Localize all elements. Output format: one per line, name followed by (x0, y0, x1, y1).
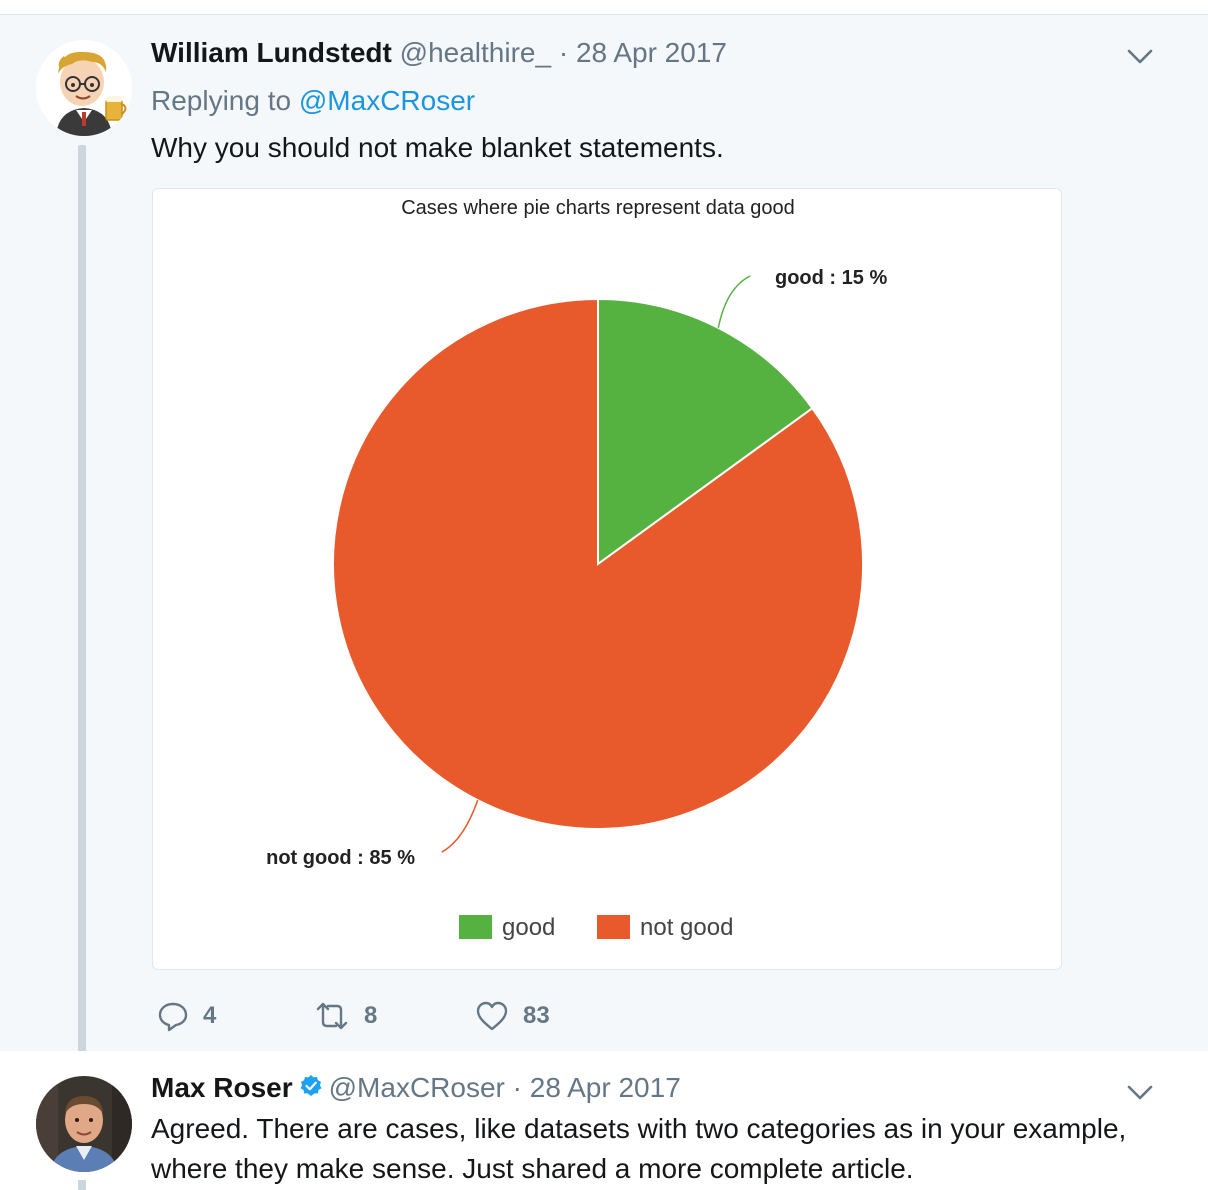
legend-swatch-good (459, 915, 492, 939)
reply-action[interactable]: 4 (157, 996, 216, 1036)
tweet-header: William Lundstedt @healthire_ · 28 Apr 2… (151, 35, 727, 71)
heart-icon[interactable] (475, 1000, 509, 1032)
legend-label-not-good: not good (640, 914, 733, 941)
like-action[interactable]: 83 (475, 996, 550, 1036)
author-handle[interactable]: @healthire_ (400, 37, 551, 68)
tweet-header: Max Roser @MaxCRoser · 28 Apr 2017 (151, 1070, 681, 1106)
retweet-action[interactable]: 8 (314, 996, 377, 1036)
leader-line-not-good (441, 799, 479, 853)
retweet-icon[interactable] (314, 1000, 350, 1032)
cartoon-avatar-icon (36, 40, 132, 136)
leader-line-good (717, 275, 751, 329)
chevron-down-icon[interactable] (1126, 1082, 1154, 1102)
chevron-down-icon[interactable] (1126, 46, 1154, 66)
chart-image-card[interactable]: Cases where pie charts represent data go… (152, 188, 1062, 970)
tweet-text-line-1: Agreed. There are cases, like datasets w… (151, 1113, 1127, 1144)
author-handle[interactable]: @MaxCRoser (329, 1072, 505, 1103)
chart-title: Cases where pie charts represent data go… (401, 197, 795, 219)
verified-badge-icon (300, 1074, 322, 1096)
thread-connector-line-bottom (78, 1180, 86, 1190)
separator-dot: · (512, 1072, 522, 1103)
legend-label-good: good (502, 914, 555, 941)
replying-to-prefix: Replying to (151, 85, 292, 116)
separator-dot: · (558, 37, 569, 68)
author-name[interactable]: William Lundstedt (151, 37, 392, 68)
thread-connector-line (78, 145, 86, 1067)
retweet-count: 8 (364, 1002, 378, 1029)
replying-to-mention[interactable]: @MaxCRoser (299, 85, 475, 116)
tweet-text-line-2: where they make sense. Just shared a mor… (151, 1153, 914, 1184)
tweet-timestamp[interactable]: 28 Apr 2017 (530, 1072, 681, 1103)
replying-to: Replying to @MaxCRoser (151, 83, 475, 119)
reply-count: 4 (203, 1002, 217, 1029)
photo-avatar-icon (36, 1076, 132, 1172)
slice-label-good: good : 15 % (775, 267, 887, 289)
reply-icon[interactable] (157, 1000, 189, 1032)
slice-label-not-good: not good : 85 % (266, 847, 415, 869)
author-name[interactable]: Max Roser (151, 1072, 293, 1103)
avatar[interactable] (36, 40, 132, 136)
avatar[interactable] (36, 1076, 132, 1172)
like-count: 83 (523, 1002, 550, 1029)
tweet-text: Why you should not make blanket statemen… (151, 132, 724, 163)
legend-swatch-not-good (597, 915, 630, 939)
tweet-timestamp[interactable]: 28 Apr 2017 (576, 37, 727, 68)
pie-chart: Cases where pie charts represent data go… (266, 197, 887, 941)
